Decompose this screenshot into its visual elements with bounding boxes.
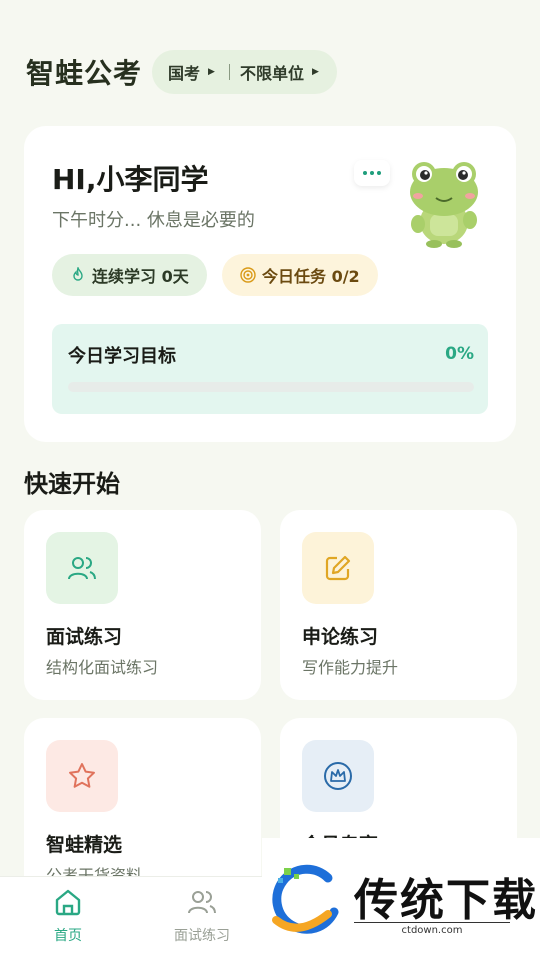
watermark-logo-icon [272,864,339,934]
card-description: 结构化面试练习 [46,658,159,677]
watermark-site: ctdown.com [354,922,510,936]
task-badge: 今日任务 0/2 [222,254,378,296]
app-title: 智蛙公考 [26,57,143,90]
watermark-brand: 传统下载 [354,875,538,926]
crown-icon [324,762,352,790]
goal-title: 今日学习目标 [68,346,176,367]
dot [370,171,374,175]
streak-badge: 连续学习 0天 [52,254,207,296]
star-icon [69,763,95,788]
streak-label: 连续学习 0天 [92,267,189,286]
card-title: 面试练习 [46,626,123,648]
divider [228,64,230,80]
tab-home[interactable]: 首页 [18,887,118,945]
caret-right-icon: ▶ [311,67,319,77]
greeting-name: HI,小李同学 [52,163,209,196]
tab-label: 首页 [54,928,82,944]
greeting-card: HI,小李同学 下午时分... 休息是必要的 连续学习 0天 今日任务 0/2 … [24,126,516,442]
tab-label: 面试练习 [174,928,230,944]
exam-type-label[interactable]: 国考 [168,60,200,84]
exam-selector[interactable]: 国考 ▶ 不限单位 ▶ [152,50,337,94]
home-icon [55,889,81,916]
frog-mascot-icon [410,162,478,248]
watermark: 传统下载 ctdown.com [262,838,540,960]
goal-percent: 0% [445,344,474,364]
tab-interview[interactable]: 面试练习 [152,887,252,945]
caret-right-icon: ▶ [208,67,215,77]
section-title-quick-start: 快速开始 [24,470,120,498]
header: 智蛙公考 国考 ▶ 不限单位 ▶ [26,50,337,94]
goal-progress-bar [68,382,474,392]
icon-tile [46,740,118,812]
card-interview-practice[interactable]: 面试练习 结构化面试练习 [24,510,261,700]
more-button[interactable] [354,160,390,186]
card-title: 智蛙精选 [46,834,123,856]
task-label: 今日任务 0/2 [262,267,360,286]
users-icon [68,557,96,580]
icon-tile [302,740,374,812]
card-description: 写作能力提升 [302,658,399,677]
target-icon [240,267,256,283]
icon-tile [46,532,118,604]
dot [377,171,381,175]
greeting-subtitle: 下午时分... 休息是必要的 [52,210,255,231]
users-icon [188,891,216,914]
card-title: 申论练习 [302,626,379,648]
flame-icon [73,267,83,281]
card-essay-practice[interactable]: 申论练习 写作能力提升 [280,510,517,700]
unit-filter-label[interactable]: 不限单位 [240,60,304,84]
edit-icon [325,555,351,581]
dot [363,171,367,175]
daily-goal-panel[interactable]: 今日学习目标 0% [52,324,488,414]
icon-tile [302,532,374,604]
